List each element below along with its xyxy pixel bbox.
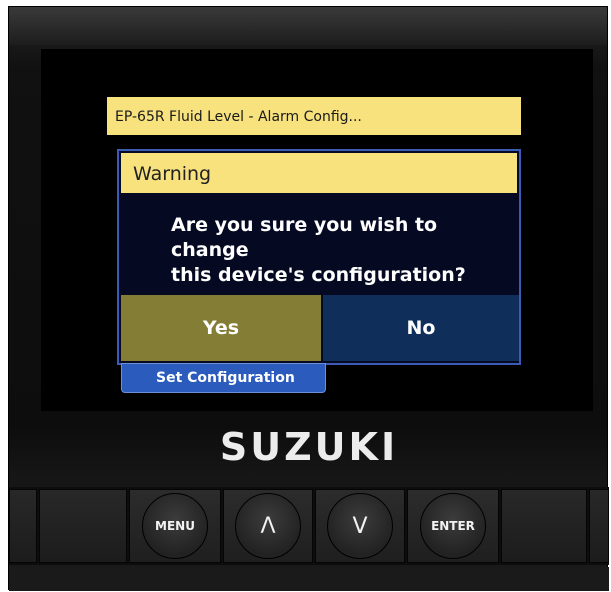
dialog-message-line2: this device's configuration? (171, 264, 466, 286)
up-key[interactable]: Λ (223, 489, 313, 563)
menu-key-label: MENU (142, 493, 208, 559)
no-button[interactable]: No (323, 295, 519, 361)
keypad: MENU Λ V ENTER (9, 487, 609, 565)
gauge-device: EP-65R Fluid Level - Alarm Config... War… (8, 6, 609, 591)
warning-dialog: Warning Are you sure you wish to change … (117, 149, 521, 365)
enter-key[interactable]: ENTER (407, 489, 499, 563)
keypad-blank-right (501, 489, 587, 563)
bottom-bezel (9, 567, 609, 591)
keypad-blank-left (39, 489, 127, 563)
menu-key[interactable]: MENU (129, 489, 221, 563)
keypad-spacer-right (589, 489, 609, 563)
brand-logo: SUZUKI (219, 425, 399, 469)
down-key[interactable]: V (315, 489, 405, 563)
down-arrow-icon: V (327, 493, 393, 559)
up-arrow-icon: Λ (235, 493, 301, 559)
dialog-header: Warning (121, 153, 517, 193)
enter-key-label: ENTER (420, 493, 486, 559)
keypad-spacer-left (9, 489, 37, 563)
dialog-message-line1: Are you sure you wish to change (171, 214, 438, 261)
page-title: EP-65R Fluid Level - Alarm Config... (107, 97, 521, 135)
set-configuration-tab[interactable]: Set Configuration (121, 363, 326, 393)
top-bezel (9, 7, 607, 45)
yes-button[interactable]: Yes (121, 295, 321, 361)
dialog-message: Are you sure you wish to change this dev… (171, 213, 511, 288)
